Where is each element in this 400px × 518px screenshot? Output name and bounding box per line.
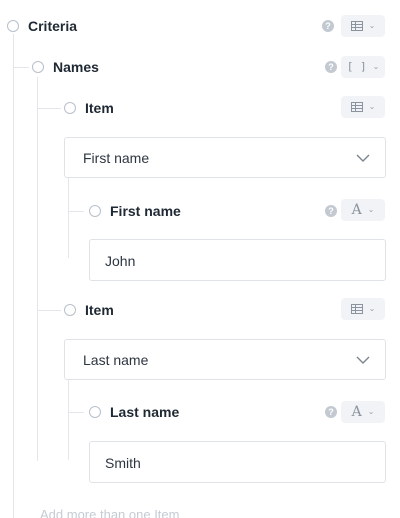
- item-1-radio[interactable]: [64, 102, 76, 114]
- last-name-value: Smith: [105, 455, 141, 471]
- item-2-type-dropdown[interactable]: ⌄: [341, 298, 385, 320]
- chevron-down-icon: ⌄: [368, 304, 376, 313]
- first-name-guide-line: [68, 178, 69, 258]
- first-name-connector: [68, 211, 84, 212]
- last-name-connector: [68, 412, 84, 413]
- item-1-select-value: First name: [83, 150, 150, 166]
- names-label: Names: [53, 59, 99, 75]
- item-1-connector: [37, 108, 61, 109]
- item-2-select[interactable]: Last name: [64, 339, 386, 380]
- item-1-type-dropdown[interactable]: ⌄: [341, 96, 385, 118]
- names-connector: [13, 67, 29, 68]
- first-name-help-icon[interactable]: ?: [325, 205, 337, 217]
- table-icon: [350, 102, 363, 112]
- criteria-guide-line: [13, 34, 14, 518]
- array-icon: [ ]: [346, 60, 367, 73]
- first-name-radio[interactable]: [89, 205, 101, 217]
- chevron-down-icon: ⌄: [372, 62, 380, 71]
- last-name-help-icon[interactable]: ?: [325, 406, 337, 418]
- names-type-dropdown[interactable]: [ ] ⌄: [341, 56, 385, 78]
- criteria-tree: Criteria ? ⌄ Names ? [ ] ⌄ Item ⌄ First …: [0, 0, 400, 518]
- chevron-down-icon: ⌄: [368, 102, 376, 111]
- chevron-down-icon: ⌄: [367, 407, 375, 416]
- names-help-icon[interactable]: ?: [325, 61, 337, 73]
- first-name-type-dropdown[interactable]: A ⌄: [341, 199, 385, 221]
- item-1-label: Item: [85, 100, 114, 116]
- item-2-connector: [37, 310, 61, 311]
- item-2-label: Item: [85, 302, 114, 318]
- criteria-help-icon[interactable]: ?: [322, 20, 334, 32]
- criteria-radio[interactable]: [7, 20, 19, 32]
- last-name-input[interactable]: Smith: [89, 441, 386, 483]
- table-icon: [350, 304, 363, 314]
- add-more-item-link[interactable]: Add more than one Item: [40, 507, 179, 518]
- chevron-down-icon: [356, 154, 370, 162]
- first-name-input[interactable]: John: [89, 239, 386, 281]
- item-1-select[interactable]: First name: [64, 137, 386, 178]
- chevron-down-icon: [356, 356, 370, 364]
- criteria-label: Criteria: [28, 18, 78, 34]
- first-name-value: John: [105, 253, 136, 269]
- names-radio[interactable]: [32, 61, 44, 73]
- chevron-down-icon: ⌄: [367, 205, 375, 214]
- text-type-icon: A: [351, 202, 362, 218]
- last-name-radio[interactable]: [89, 406, 101, 418]
- text-type-icon: A: [351, 404, 362, 420]
- first-name-label: First name: [110, 203, 181, 219]
- table-icon: [350, 21, 363, 31]
- last-name-label: Last name: [110, 404, 180, 420]
- names-guide-line: [37, 77, 38, 461]
- chevron-down-icon: ⌄: [368, 21, 376, 30]
- last-name-type-dropdown[interactable]: A ⌄: [341, 401, 385, 423]
- last-name-guide-line: [68, 380, 69, 460]
- item-2-radio[interactable]: [64, 304, 76, 316]
- criteria-type-dropdown[interactable]: ⌄: [341, 15, 385, 37]
- item-2-select-value: Last name: [83, 352, 149, 368]
